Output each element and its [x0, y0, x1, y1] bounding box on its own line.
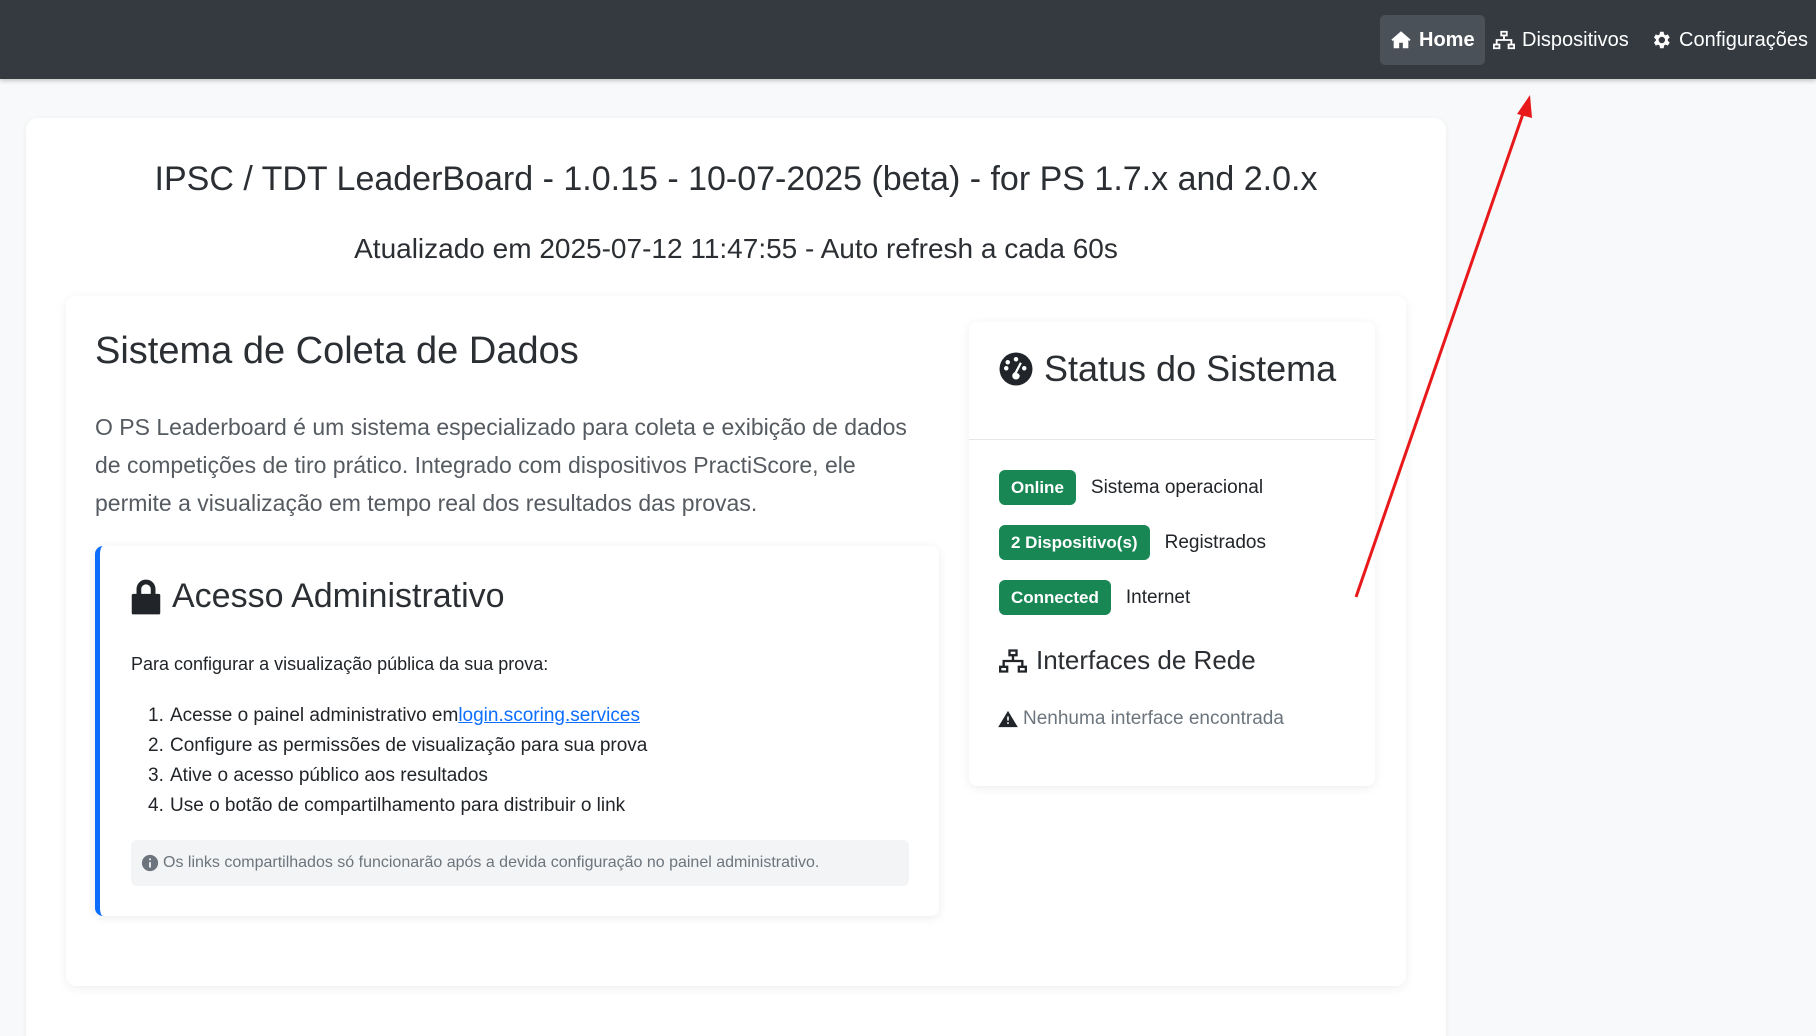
step-text: Use o botão de compartilhamento para dis… [170, 795, 626, 816]
status-label: Internet [1125, 586, 1191, 608]
nav-dispositivos[interactable]: Dispositivos [1483, 15, 1639, 65]
network-interfaces-text: Interfaces de Rede [1036, 645, 1256, 675]
admin-steps-list: 1. Acesse o painel administrativo em log… [148, 701, 647, 821]
status-label: Registrados [1164, 531, 1266, 553]
network-empty-text: Nenhuma interface encontrada [1023, 708, 1284, 729]
admin-title: Acesso Administrativo [130, 577, 505, 616]
info-circle-icon [141, 854, 159, 872]
info-note: Os links compartilhados só funcionarão a… [131, 840, 909, 886]
lock-icon [131, 579, 161, 614]
network-interfaces-title: Interfaces de Rede [998, 645, 1256, 676]
gauge-icon [999, 352, 1033, 386]
step-number: 1. [148, 705, 164, 726]
login-link[interactable]: login.scoring.services [458, 701, 640, 731]
nav-configuracoes[interactable]: Configurações [1640, 15, 1816, 65]
nav-home-label: Home [1419, 28, 1475, 51]
nav-configuracoes-label: Configurações [1679, 28, 1808, 51]
section-heading: Sistema de Coleta de Dados [95, 330, 579, 372]
status-divider [969, 439, 1375, 440]
list-item: 2. Configure as permissões de visualizaç… [148, 731, 647, 761]
status-title: Status do Sistema [998, 348, 1336, 390]
admin-title-text: Acesso Administrativo [172, 577, 505, 615]
status-title-text: Status do Sistema [1044, 348, 1337, 389]
step-text: Configure as permissões de visualização … [170, 735, 648, 756]
step-number: 3. [148, 765, 164, 786]
step-number: 2. [148, 735, 164, 756]
lead-paragraph: O PS Leaderboard é um sistema especializ… [95, 414, 907, 516]
status-label: Sistema operacional [1090, 476, 1264, 498]
home-icon [1391, 31, 1411, 49]
nav-dispositivos-label: Dispositivos [1522, 28, 1629, 51]
gear-icon [1653, 31, 1670, 49]
status-internet-row: Connected Internet [999, 580, 1190, 615]
nav-home[interactable]: Home [1380, 15, 1485, 65]
list-item: 3. Ative o acesso público aos resultados [148, 761, 647, 791]
network-icon [1493, 30, 1515, 50]
network-icon [999, 648, 1027, 673]
status-badge: Online [999, 470, 1076, 505]
list-item: 1. Acesse o painel administrativo em log… [148, 701, 647, 731]
step-number: 4. [148, 795, 164, 816]
admin-intro: Para configurar a visualização pública d… [131, 654, 549, 674]
page-subtitle: Atualizado em 2025-07-12 11:47:55 - Auto… [354, 233, 1118, 264]
top-navbar: Home Dispositivos Configurações [0, 0, 1816, 79]
status-online-row: Online Sistema operacional [999, 470, 1263, 505]
warning-icon [998, 710, 1018, 728]
info-note-text: Os links compartilhados só funcionarão a… [163, 854, 820, 871]
page-title: IPSC / TDT LeaderBoard - 1.0.15 - 10-07-… [154, 160, 1318, 198]
step-text: Acesse o painel administrativo em [170, 705, 459, 726]
status-badge: Connected [999, 580, 1111, 615]
status-badge: 2 Dispositivo(s) [999, 525, 1150, 560]
status-devices-row: 2 Dispositivo(s) Registrados [999, 525, 1266, 560]
step-text: Ative o acesso público aos resultados [170, 765, 488, 786]
network-empty-message: Nenhuma interface encontrada [998, 708, 1284, 730]
list-item: 4. Use o botão de compartilhamento para … [148, 791, 647, 821]
